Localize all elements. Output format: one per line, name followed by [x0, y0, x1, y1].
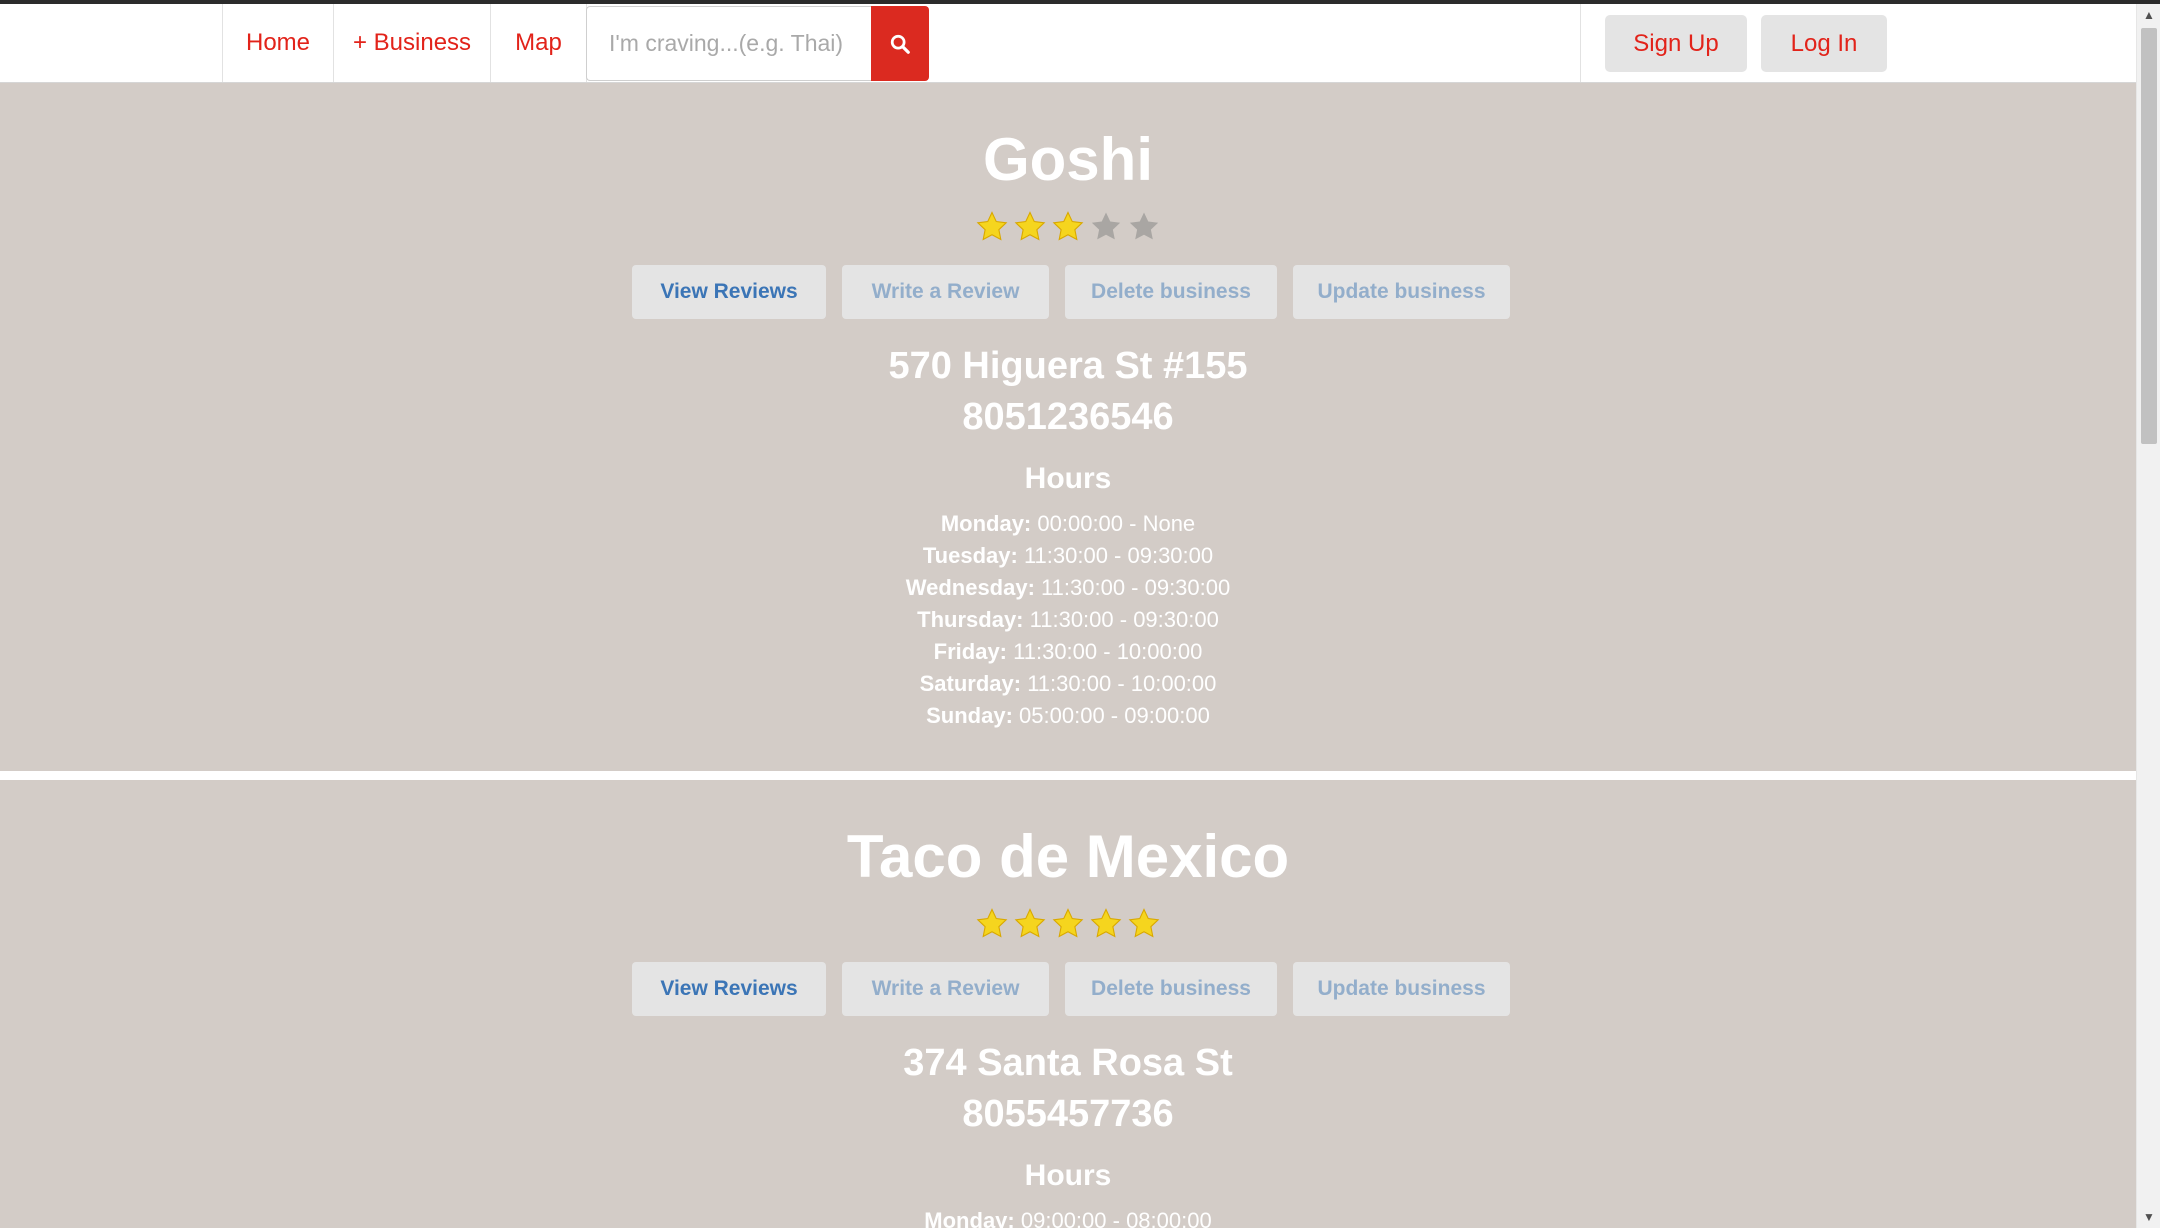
business-phone: 8051236546 [962, 396, 1174, 438]
view-reviews-button[interactable]: View Reviews [632, 265, 826, 319]
hours-row: Monday: 00:00:00 - None [0, 508, 2136, 540]
hours-list: Monday: 09:00:00 - 08:00:00 [0, 1205, 2136, 1228]
business-phone: 8055457736 [962, 1093, 1174, 1135]
hours-title: Hours [1024, 462, 1112, 495]
star-filled-icon [1014, 908, 1046, 938]
hours-day: Monday: [940, 511, 1032, 536]
hours-row: Thursday: 11:30:00 - 09:30:00 [0, 604, 2136, 636]
star-filled-icon [1052, 211, 1084, 241]
search-icon [890, 34, 910, 54]
star-empty-icon [1091, 212, 1121, 240]
hours-day: Thursday: [917, 607, 1024, 632]
star-empty-icon [1129, 212, 1159, 240]
hours-day: Saturday: [919, 671, 1022, 696]
scroll-up-arrow-icon[interactable]: ▲ [2137, 4, 2160, 26]
hours-list: Monday: 00:00:00 - None Tuesday: 11:30:00… [0, 508, 2136, 732]
nav-add-business-link[interactable]: + Business [334, 4, 491, 82]
star-filled-icon [1014, 211, 1046, 241]
business-actions: View Reviews Write a Review Delete busin… [632, 962, 1510, 1016]
rating-stars [976, 907, 1161, 941]
business-card: Goshi View Reviews Write a Review Delete… [0, 83, 2136, 771]
star-filled-icon [1090, 908, 1122, 938]
business-address: 374 Santa Rosa St [903, 1042, 1233, 1084]
write-review-button[interactable]: Write a Review [842, 962, 1049, 1016]
hours-time: 00:00:00 - None [1037, 511, 1196, 536]
login-button[interactable]: Log In [1761, 15, 1887, 72]
hours-day: Wednesday: [905, 575, 1035, 600]
hours-row: Wednesday: 11:30:00 - 09:30:00 [0, 572, 2136, 604]
update-business-button[interactable]: Update business [1293, 265, 1510, 319]
hours-row: Monday: 09:00:00 - 08:00:00 [0, 1205, 2136, 1228]
star-filled-icon [976, 211, 1008, 241]
update-business-button[interactable]: Update business [1293, 962, 1510, 1016]
hours-day: Tuesday: [922, 543, 1018, 568]
delete-business-button[interactable]: Delete business [1065, 962, 1277, 1016]
hours-title: Hours [1024, 1159, 1112, 1192]
card-separator [0, 771, 2136, 780]
business-name: Goshi [982, 126, 1153, 193]
business-name: Taco de Mexico [846, 823, 1290, 890]
top-navbar: Home + Business Map Sign Up Log In [0, 4, 2136, 83]
page-scrollbar[interactable]: ▲ ▼ [2136, 4, 2160, 1228]
hours-time: 11:30:00 - 09:30:00 [1041, 575, 1231, 600]
nav-map-link[interactable]: Map [491, 4, 587, 82]
hours-time: 09:00:00 - 08:00:00 [1020, 1208, 1212, 1228]
business-card: Taco de Mexico View Reviews Write a Revi… [0, 780, 2136, 1228]
hours-row: Saturday: 11:30:00 - 10:00:00 [0, 668, 2136, 700]
hours-time: 11:30:00 - 09:30:00 [1023, 543, 1214, 568]
search-input[interactable] [586, 6, 871, 81]
nav-links: Home + Business Map [222, 4, 587, 82]
hours-row: Friday: 11:30:00 - 10:00:00 [0, 636, 2136, 668]
star-filled-icon [1128, 908, 1160, 938]
view-reviews-button[interactable]: View Reviews [632, 962, 826, 1016]
rating-stars [976, 210, 1161, 244]
signup-button[interactable]: Sign Up [1605, 15, 1747, 72]
hours-time: 05:00:00 - 09:00:00 [1019, 703, 1210, 728]
write-review-button[interactable]: Write a Review [842, 265, 1049, 319]
scroll-down-arrow-icon[interactable]: ▼ [2137, 1206, 2160, 1228]
delete-business-button[interactable]: Delete business [1065, 265, 1277, 319]
business-address: 570 Higuera St #155 [888, 345, 1248, 387]
search-form [586, 6, 929, 81]
hours-day: Sunday: [926, 703, 1013, 728]
hours-day: Friday: [933, 639, 1008, 664]
business-actions: View Reviews Write a Review Delete busin… [632, 265, 1510, 319]
hours-day: Monday: [924, 1208, 1015, 1228]
auth-area: Sign Up Log In [1580, 4, 2136, 82]
hours-row: Sunday: 05:00:00 - 09:00:00 [0, 700, 2136, 732]
hours-time: 11:30:00 - 09:30:00 [1029, 607, 1219, 632]
star-filled-icon [976, 908, 1008, 938]
search-button[interactable] [871, 6, 929, 81]
hours-time: 11:30:00 - 10:00:00 [1027, 671, 1217, 696]
hours-time: 11:30:00 - 10:00:00 [1013, 639, 1203, 664]
hours-row: Tuesday: 11:30:00 - 09:30:00 [0, 540, 2136, 572]
scrollbar-thumb[interactable] [2141, 28, 2157, 444]
nav-home-link[interactable]: Home [223, 4, 334, 82]
star-filled-icon [1052, 908, 1084, 938]
